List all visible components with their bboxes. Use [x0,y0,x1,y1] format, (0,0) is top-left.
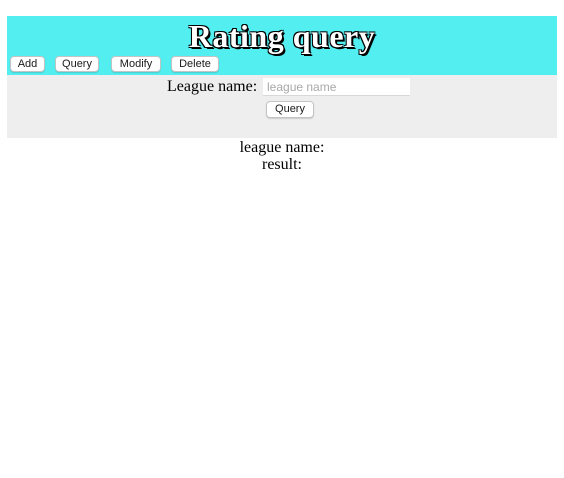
query-nav-button[interactable]: Query [55,56,99,72]
page-title: Rating query [188,18,376,54]
league-name-label: League name: [167,78,258,95]
league-name-input[interactable] [263,78,410,96]
modify-button[interactable]: Modify [111,56,161,72]
result-label: result: [262,156,302,173]
add-button[interactable]: Add [10,56,45,72]
result-section: league name: result: [7,139,557,173]
delete-button[interactable]: Delete [171,56,219,72]
header-banner: Rating query Add Query Modify Delete [7,16,557,75]
query-submit-button[interactable]: Query [266,101,314,118]
query-form-panel: League name: Query [7,75,557,138]
app-window: Rating query Add Query Modify Delete Lea… [0,0,564,478]
result-league-name-label: league name: [239,139,325,156]
